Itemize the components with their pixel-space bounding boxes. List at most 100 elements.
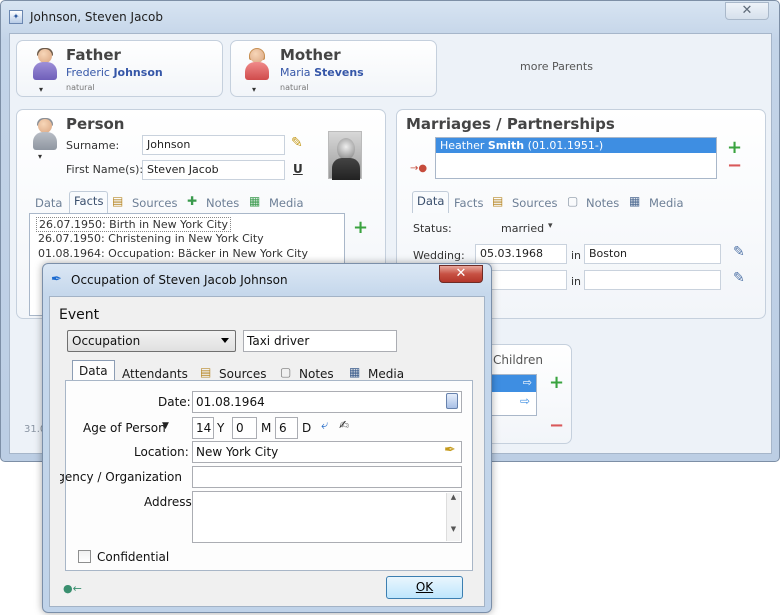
chevron-down-icon (221, 338, 229, 343)
arrow-right-icon[interactable]: ⇨ (520, 394, 530, 408)
pen-icon[interactable]: ✍ (339, 418, 349, 432)
marriage-tab-media[interactable]: Media (649, 196, 684, 210)
wedding-place-field[interactable]: Boston (584, 244, 721, 264)
age-months-field[interactable]: 0 (232, 417, 257, 439)
confidential-checkbox[interactable] (78, 550, 91, 563)
agency-label: Agency / Organization: (60, 470, 182, 484)
pen-icon[interactable]: ✎ (733, 270, 745, 286)
ok-button[interactable]: OK (386, 576, 463, 599)
event-heading: Event (59, 307, 100, 323)
date-field[interactable]: 01.08.1964 (192, 391, 462, 413)
sources-icon: ▤ (200, 365, 212, 379)
dialog-title: Occupation of Steven Jacob Johnson (71, 273, 288, 287)
main-close-button[interactable]: ✕ (725, 2, 769, 20)
sources-icon: ▤ (492, 194, 504, 208)
marriage-tab-facts[interactable]: Facts (454, 196, 483, 210)
event-type-value: Occupation (72, 334, 141, 348)
age-years-field[interactable]: 14 (192, 417, 214, 439)
dialog-tab-notes[interactable]: Notes (299, 367, 334, 381)
media-icon: ▦ (349, 365, 361, 379)
list-item[interactable]: 26.07.1950: Christening in New York City (38, 232, 264, 245)
status-value[interactable]: married (501, 222, 544, 235)
notes-icon: ▢ (567, 194, 579, 208)
address-scrollbar[interactable]: ▲ ▼ (446, 493, 460, 541)
date-label: Date: (158, 395, 191, 409)
status-indicator-icon: ●← (63, 582, 82, 595)
sources-icon: ▤ (112, 194, 124, 208)
age-days-unit: D (302, 421, 312, 435)
marriage-tab-notes[interactable]: Notes (586, 196, 619, 210)
media-icon: ▦ (249, 194, 261, 208)
mother-relation: natural (280, 83, 309, 92)
pen-icon[interactable]: ✎ (733, 244, 745, 260)
mother-card[interactable]: ▾ Mother Maria Stevens natural (230, 40, 437, 97)
dialog-tab-data[interactable]: Data (72, 360, 115, 382)
marriage-tab-data[interactable]: Data (412, 191, 450, 213)
remove-child-button[interactable]: − (549, 417, 564, 435)
address-label: Address (144, 495, 192, 509)
event-value-field[interactable]: Taxi driver (243, 330, 397, 352)
children-card: Children ⇨ ⇨ + − (479, 344, 572, 444)
event-type-combo[interactable]: Occupation (67, 330, 236, 352)
surname-label: Surname: (66, 139, 120, 152)
person-tab-notes[interactable]: Notes (206, 196, 239, 210)
marriage-tab-sources[interactable]: Sources (512, 196, 558, 210)
chevron-down-icon[interactable]: ▾ (252, 85, 256, 94)
person-tab-sources[interactable]: Sources (132, 196, 178, 210)
surname-field[interactable]: Johnson (142, 135, 285, 155)
calendar-icon[interactable] (446, 393, 458, 409)
media-icon: ▦ (629, 194, 641, 208)
father-heading: Father (66, 46, 121, 64)
age-label[interactable]: Age of Person (83, 421, 166, 435)
remove-partner-button[interactable]: − (727, 157, 742, 175)
list-item[interactable]: 26.07.1950: Birth in New York City (36, 217, 232, 232)
status-label: Status: (413, 222, 452, 235)
dialog-tab-attendants[interactable]: Attendants (122, 367, 188, 381)
partner-row[interactable]: Heather Smith (01.01.1951-) (436, 138, 716, 153)
second-place-field[interactable] (584, 270, 721, 290)
firstname-field[interactable]: Steven Jacob (142, 160, 285, 180)
person-tab-media[interactable]: Media (269, 196, 304, 210)
firstname-label: First Name(s): (66, 163, 144, 176)
mother-name[interactable]: Maria Stevens (280, 66, 364, 79)
in-label: in (571, 249, 582, 262)
ok-label: OK (415, 580, 434, 594)
more-parents-link[interactable]: more Parents (520, 60, 593, 73)
add-partner-button[interactable]: + (727, 139, 742, 157)
marriage-link-icon: →● (410, 163, 428, 174)
person-photo[interactable] (328, 131, 362, 180)
in-label: in (571, 275, 582, 288)
chevron-down-icon[interactable]: ▾ (39, 85, 43, 94)
underline-icon[interactable]: U (293, 162, 303, 176)
pen-icon[interactable]: ✎ (291, 135, 303, 151)
children-heading: Children (493, 353, 543, 367)
partners-list[interactable]: Heather Smith (01.01.1951-) (435, 137, 717, 179)
undo-arrow-icon[interactable]: ⤶ (321, 418, 328, 433)
chevron-down-icon[interactable]: ▾ (38, 152, 42, 161)
wedding-label: Wedding: (413, 249, 465, 262)
list-item[interactable]: 01.08.1964: Occupation: Bäcker in New Yo… (38, 247, 308, 260)
person-tab-facts[interactable]: Facts (69, 191, 109, 213)
father-card[interactable]: ▾ Father Frederic Johnson natural (16, 40, 223, 97)
window-title: Johnson, Steven Jacob (30, 10, 163, 24)
agency-field[interactable] (192, 466, 462, 488)
add-fact-button[interactable]: + (353, 219, 368, 237)
dialog-close-button[interactable]: ✕ (439, 265, 483, 283)
chevron-down-icon[interactable]: ▼ (162, 421, 169, 431)
notes-icon: ✚ (187, 194, 198, 208)
add-child-button[interactable]: + (549, 374, 564, 392)
pen-icon: ✒ (51, 272, 62, 287)
wedding-date-field[interactable]: 05.03.1968 (475, 244, 567, 264)
chevron-down-icon[interactable]: ▾ (548, 221, 553, 231)
age-days-field[interactable]: 6 (275, 417, 298, 439)
male-avatar-icon (32, 48, 58, 83)
dialog-tab-media[interactable]: Media (368, 367, 404, 381)
marriages-heading: Marriages / Partnerships (406, 115, 615, 133)
address-field[interactable] (192, 491, 462, 543)
location-field[interactable]: New York City (192, 441, 462, 463)
father-name[interactable]: Frederic Johnson (66, 66, 163, 79)
person-tab-data[interactable]: Data (35, 196, 62, 210)
dialog-tab-sources[interactable]: Sources (219, 367, 266, 381)
pen-icon[interactable]: ✒ (444, 442, 456, 458)
app-icon: ✦ (9, 10, 23, 24)
